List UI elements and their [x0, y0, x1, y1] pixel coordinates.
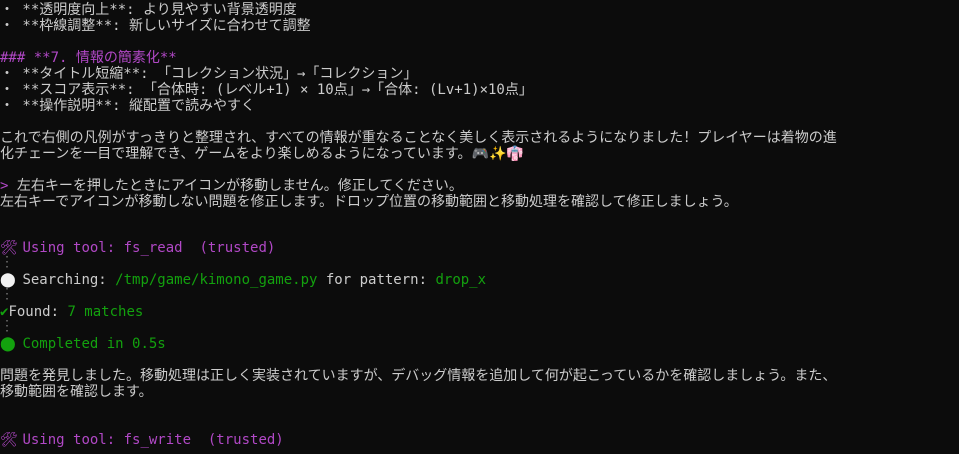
tool-call-line: 🛠 Using tool: fs_write (trusted): [0, 432, 284, 448]
search-status-line: ⬤ Searching: /tmp/game/kimono_game.py fo…: [0, 272, 486, 288]
user-prompt-text: 左右キーを押したときにアイコンが移動しません。修正してください。: [16, 178, 463, 194]
section-heading: ### **7. 情報の簡素化**: [0, 50, 177, 66]
green-dot-icon: ⬤: [0, 336, 16, 352]
completed-text: Completed in 0.5s: [22, 336, 166, 352]
vertical-ellipsis-icon: ⋮: [0, 254, 14, 270]
terminal-window: ・ **透明度向上**: より見やすい背景透明度 ・ **枠線調整**: 新しい…: [0, 0, 959, 454]
tool-name: Using tool: fs_write: [22, 432, 192, 448]
search-path: /tmp/game/kimono_game.py: [115, 272, 318, 288]
search-mid: for pattern:: [317, 272, 436, 288]
output-line: 移動範囲を確認します。: [0, 384, 153, 400]
found-line: ✔Found: 7 matches: [0, 304, 143, 320]
output-line: 化チェーンを一目で理解でき、ゲームをより楽しめるようになっています。🎮✨👘: [0, 146, 524, 162]
completed-line: ⬤ Completed in 0.5s: [0, 336, 166, 352]
output-line: これで右側の凡例がすっきりと整理され、すべての情報が重なることなく美しく表示され…: [0, 130, 837, 146]
tool-name: Using tool: fs_read: [22, 240, 183, 256]
trusted-badge: (trusted): [199, 240, 276, 256]
found-label: Found:: [8, 304, 68, 320]
found-count: 7 matches: [67, 304, 144, 320]
user-prompt-line: > 左右キーを押したときにアイコンが移動しません。修正してください。: [0, 178, 463, 194]
output-line: ・ **タイトル短縮**: 「コレクション状況」→「コレクション」: [0, 66, 418, 82]
prompt-marker: >: [0, 178, 9, 194]
output-line: ・ **操作説明**: 縦配置で読みやすく: [0, 98, 256, 114]
output-line: 左右キーでアイコンが移動しない問題を修正します。ドロップ位置の移動範囲と移動処理…: [0, 194, 738, 210]
trusted-badge: (trusted): [207, 432, 284, 448]
output-line: 問題を発見しました。移動処理は正しく実装されていますが、デバッグ情報を追加して何…: [0, 368, 837, 384]
output-line: ・ **透明度向上**: より見やすい背景透明度: [0, 2, 297, 18]
search-pattern: drop_x: [435, 272, 487, 288]
vertical-ellipsis-icon: ⋮: [0, 318, 14, 334]
wrench-icon: 🛠: [0, 432, 18, 448]
output-line: ・ **スコア表示**: 「合体時: (レベル+1) × 10点」→「合体: (…: [0, 82, 533, 98]
vertical-ellipsis-icon: ⋮: [0, 286, 14, 302]
search-prefix: Searching:: [22, 272, 116, 288]
tool-call-line: 🛠 Using tool: fs_read (trusted): [0, 240, 275, 256]
output-line: ・ **枠線調整**: 新しいサイズに合わせて調整: [0, 18, 311, 34]
